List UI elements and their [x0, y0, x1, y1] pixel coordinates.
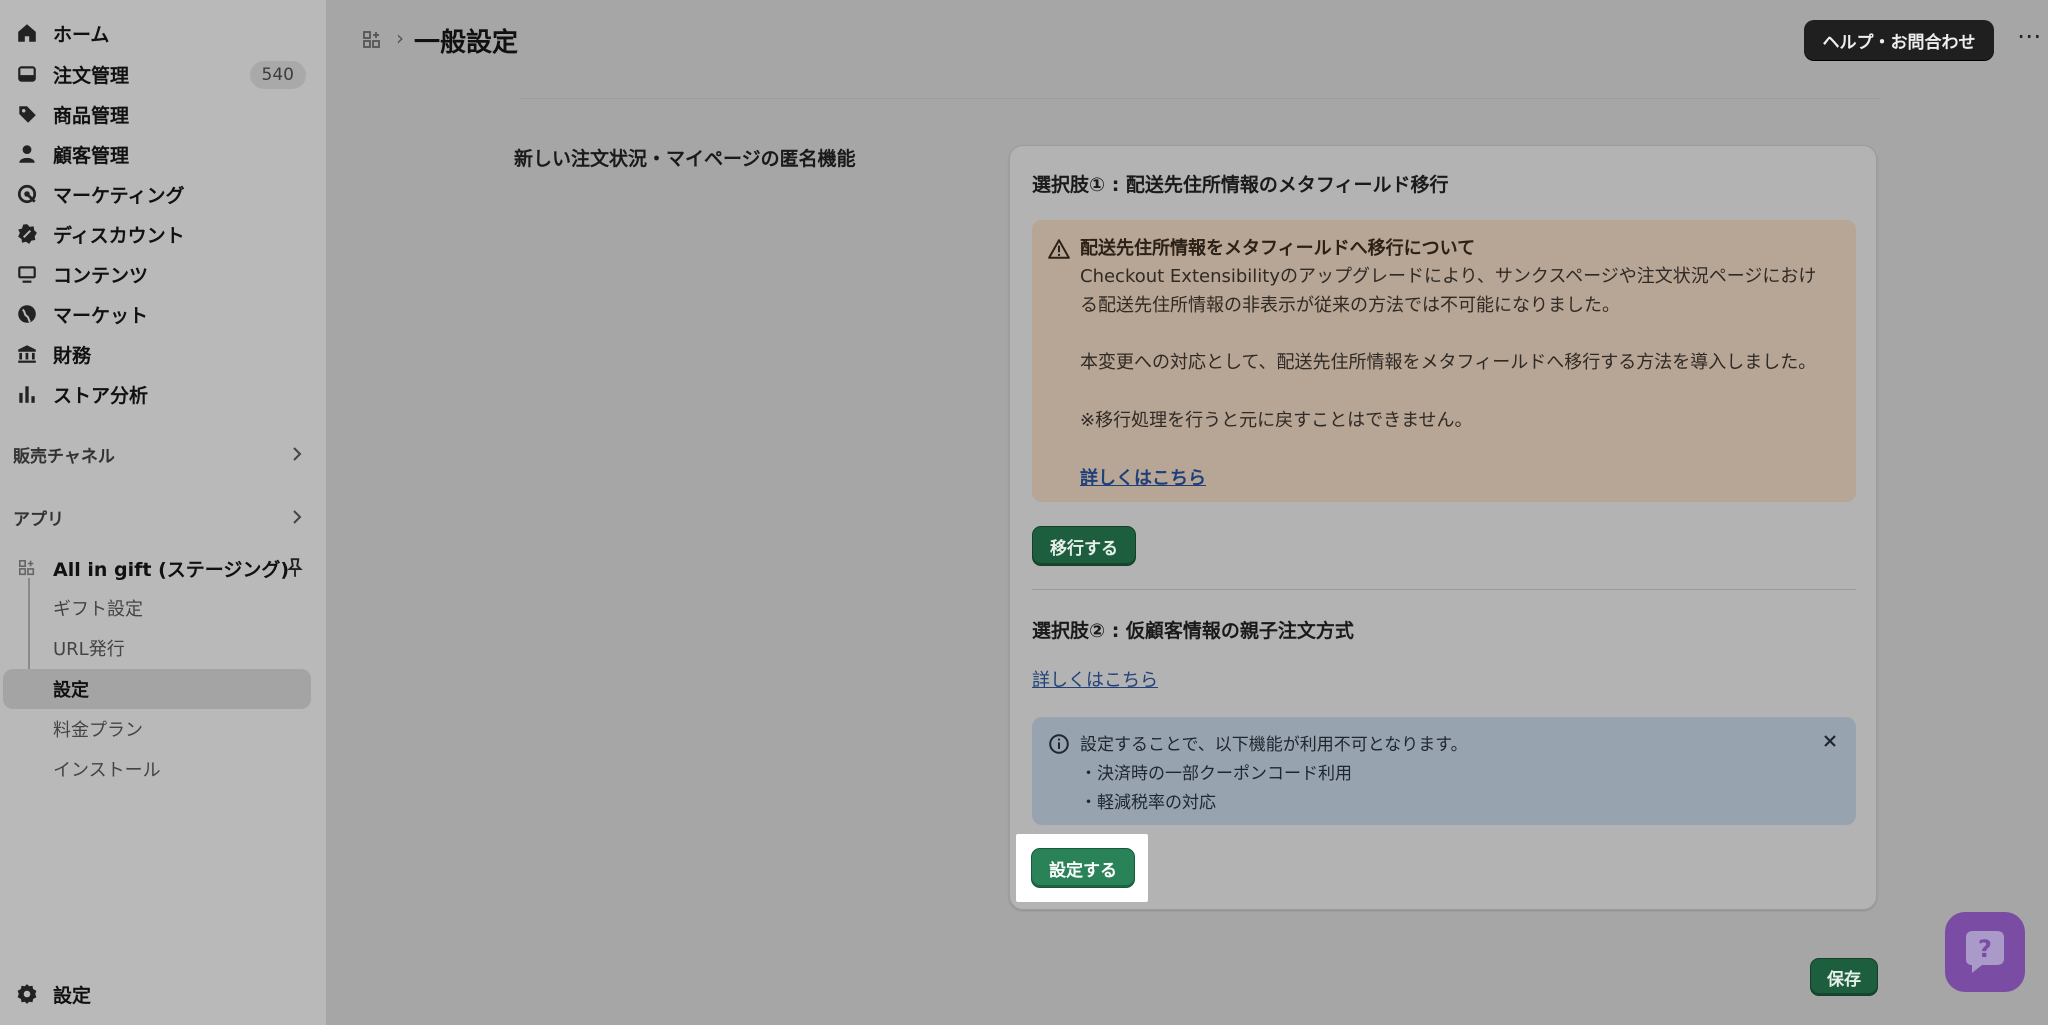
info-icon: [1049, 734, 1069, 754]
warning-text: Checkout Extensibilityのアップグレードにより、サンクスペー…: [1080, 266, 1817, 287]
option1-title: 選択肢① : 配送先住所情報のメタフィールド移行: [1032, 174, 1449, 196]
sidebar-item-markets[interactable]: マーケット: [0, 295, 312, 333]
apps-label: アプリ: [13, 509, 64, 530]
globe-icon: [16, 303, 38, 325]
sidebar-sub-url-issue[interactable]: URL発行: [0, 628, 312, 668]
sidebar-item-customers[interactable]: 顧客管理: [0, 135, 312, 173]
sidebar-item-label: 顧客管理: [53, 144, 130, 167]
sub-item-label: インストール: [53, 760, 161, 781]
info-text: 設定することで、以下機能が利用不可となります。: [1080, 735, 1468, 755]
save-button[interactable]: 保存: [1810, 958, 1878, 996]
target-icon: [16, 183, 38, 205]
migrate-button[interactable]: 移行する: [1032, 526, 1136, 566]
sub-item-label: 設定: [53, 680, 89, 701]
pin-icon[interactable]: [284, 557, 306, 579]
sidebar-item-label: マーケット: [53, 304, 149, 327]
sidebar-sub-pricing-plan[interactable]: 料金プラン: [0, 709, 312, 749]
divider: [520, 98, 1880, 99]
sidebar-item-finance[interactable]: 財務: [0, 335, 312, 373]
chevron-right-icon: [293, 510, 302, 524]
sidebar-item-label: 商品管理: [53, 104, 130, 127]
sidebar-item-home[interactable]: ホーム: [0, 14, 312, 52]
sidebar-sub-settings[interactable]: 設定: [3, 669, 311, 709]
sidebar: ホーム 注文管理 540 商品管理 顧客管理 マーケティング ディスカウント コ…: [0, 0, 326, 1025]
app-breadcrumb-icon[interactable]: [362, 30, 382, 50]
help-chat-button[interactable]: ?: [1945, 912, 2025, 992]
sidebar-item-label: 財務: [53, 344, 92, 367]
sidebar-item-discounts[interactable]: ディスカウント: [0, 215, 312, 253]
sidebar-item-label: 注文管理: [53, 64, 130, 87]
content-icon: [16, 263, 38, 285]
app-icon: [18, 559, 35, 576]
app-name: All in gift (ステージング): [53, 558, 290, 581]
learn-more-link[interactable]: 詳しくはこちら: [1032, 666, 1158, 692]
warning-text: ※移行処理を行うと元に戻すことはできません。: [1080, 410, 1473, 431]
home-icon: [16, 22, 38, 44]
sidebar-sub-install[interactable]: インストール: [0, 749, 312, 789]
sales-channels-section[interactable]: 販売チャネル: [0, 436, 312, 472]
svg-text:?: ?: [1978, 935, 1992, 963]
sidebar-item-label: ストア分析: [53, 384, 149, 407]
question-icon: ?: [1966, 931, 2004, 973]
section-heading: 新しい注文状況・マイページの匿名機能: [514, 148, 856, 170]
option2-title: 選択肢② : 仮顧客情報の親子注文方式: [1032, 620, 1354, 642]
sidebar-item-label: マーケティング: [53, 184, 185, 207]
sidebar-item-label: コンテンツ: [53, 264, 149, 287]
tag-icon: [16, 103, 38, 125]
breadcrumb-separator: ›: [396, 26, 404, 50]
sidebar-item-marketing[interactable]: マーケティング: [0, 175, 312, 213]
chevron-right-icon: [293, 447, 302, 461]
top-bar: › 一般設定 ヘルプ・お問合わせ ⋯: [326, 0, 2048, 80]
sub-item-label: 料金プラン: [53, 720, 143, 741]
sidebar-item-label: 設定: [53, 984, 92, 1007]
sidebar-item-products[interactable]: 商品管理: [0, 95, 312, 133]
sidebar-item-label: ホーム: [53, 23, 110, 46]
divider: [1032, 589, 1856, 590]
sidebar-sub-gift-settings[interactable]: ギフト設定: [0, 588, 312, 628]
bar-chart-icon: [16, 383, 38, 405]
warning-text: る配送先住所情報の非表示が従来の方法では不可能になりました。: [1080, 295, 1620, 316]
learn-more-link[interactable]: 詳しくはこちら: [1080, 464, 1206, 490]
bank-icon: [16, 343, 38, 365]
gear-icon: [16, 983, 38, 1005]
sidebar-item-content[interactable]: コンテンツ: [0, 255, 312, 293]
sales-channels-label: 販売チャネル: [13, 446, 115, 467]
sidebar-item-settings[interactable]: 設定: [0, 975, 312, 1013]
help-contact-button[interactable]: ヘルプ・お問合わせ: [1804, 20, 1994, 60]
inbox-icon: [16, 63, 38, 85]
warning-title: 配送先住所情報をメタフィールドへ移行について: [1080, 238, 1476, 259]
close-icon[interactable]: [1820, 731, 1840, 751]
apply-setting-button[interactable]: 設定する: [1031, 848, 1135, 888]
discount-icon: [16, 223, 38, 245]
sidebar-item-label: ディスカウント: [53, 224, 185, 247]
info-text: ・決済時の一部クーポンコード利用: [1080, 764, 1352, 784]
apps-section[interactable]: アプリ: [0, 499, 312, 535]
sidebar-app-all-in-gift[interactable]: All in gift (ステージング): [0, 549, 312, 587]
sidebar-item-analytics[interactable]: ストア分析: [0, 375, 312, 413]
warning-text: 本変更への対応として、配送先住所情報をメタフィールドへ移行する方法を導入しました…: [1080, 352, 1817, 373]
person-icon: [16, 143, 38, 165]
settings-card: 選択肢① : 配送先住所情報のメタフィールド移行 配送先住所情報をメタフィールド…: [1009, 145, 1877, 910]
page-title: 一般設定: [414, 28, 519, 58]
sub-item-label: URL発行: [53, 639, 125, 660]
more-actions-button[interactable]: ⋯: [2014, 24, 2044, 54]
order-count-badge: 540: [249, 61, 306, 89]
warning-icon: [1048, 239, 1070, 259]
sub-item-label: ギフト設定: [53, 599, 143, 620]
info-banner: 設定することで、以下機能が利用不可となります。 ・決済時の一部クーポンコード利用…: [1032, 717, 1856, 825]
info-text: ・軽減税率の対応: [1080, 793, 1216, 813]
warning-banner: 配送先住所情報をメタフィールドへ移行について Checkout Extensib…: [1032, 220, 1856, 502]
sidebar-item-orders[interactable]: 注文管理 540: [0, 55, 312, 93]
